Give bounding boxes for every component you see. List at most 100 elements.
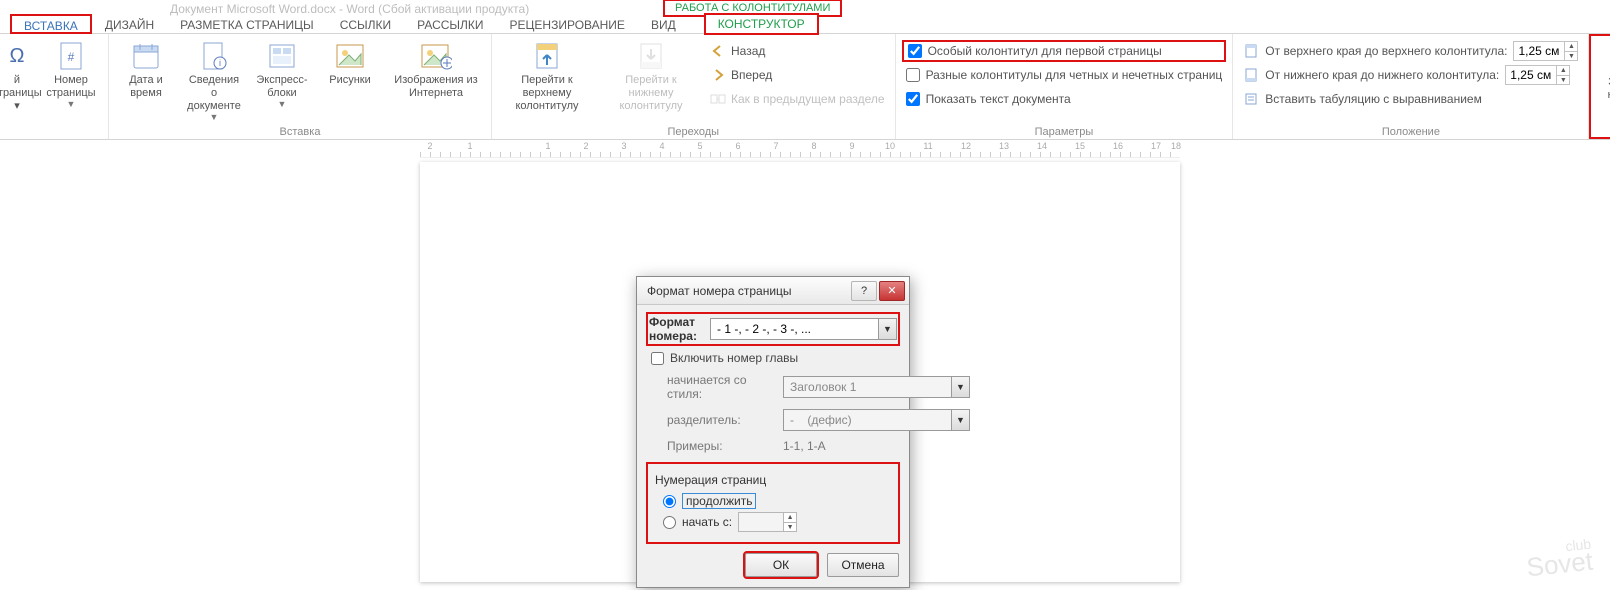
link-previous-button[interactable]: Как в предыдущем разделе <box>706 88 889 110</box>
omega-icon: Ω <box>1 40 33 72</box>
calendar-icon <box>130 40 162 72</box>
tab-references[interactable]: ССЫЛКИ <box>327 14 404 34</box>
tab-constructor[interactable]: КОНСТРУКТОР <box>705 14 818 34</box>
group-label-position: Положение <box>1239 125 1582 139</box>
group-label-nav: Переходы <box>498 125 889 139</box>
ruler-mark: 12 <box>961 141 971 151</box>
start-at-spin[interactable]: ▲▼ <box>738 512 797 532</box>
svg-text:#: # <box>68 50 75 64</box>
include-chapter-row[interactable]: Включить номер главы <box>651 351 897 365</box>
option-odd-even-checkbox[interactable] <box>906 68 920 82</box>
nav-forward-button[interactable]: Вперед <box>706 64 889 86</box>
ruler-mark: 11 <box>923 141 932 151</box>
starts-with-style-label: начинается со стиля: <box>667 373 777 401</box>
quick-parts-label: Экспресс-блоки <box>253 74 311 100</box>
ruler-mark: 14 <box>1037 141 1047 151</box>
number-format-combo[interactable]: ▼ <box>710 318 897 340</box>
dialog-title: Формат номера страницы <box>647 284 849 298</box>
picture-icon <box>334 40 366 72</box>
tab-mailings[interactable]: РАССЫЛКИ <box>404 14 496 34</box>
spin-up-icon[interactable]: ▲ <box>784 513 796 522</box>
forward-icon <box>710 67 726 83</box>
page-numbering-title: Нумерация страниц <box>655 473 891 487</box>
option-show-doc-label: Показать текст документа <box>926 92 1071 106</box>
option-show-doc[interactable]: Показать текст документа <box>902 88 1227 110</box>
tab-review[interactable]: РЕЦЕНЗИРОВАНИЕ <box>497 14 638 34</box>
doc-info-button[interactable]: i Сведения о документе ▼ <box>183 38 245 121</box>
insert-alignment-tab-button[interactable]: Вставить табуляцию с выравниванием <box>1239 88 1582 110</box>
dialog-close-button[interactable]: ✕ <box>879 281 905 301</box>
position-from-bottom-spin[interactable]: ▲▼ <box>1505 65 1570 85</box>
separator-input <box>784 410 951 430</box>
ruler-mark: 15 <box>1075 141 1085 151</box>
ruler-mark: 1 <box>545 141 550 151</box>
partial-button-left[interactable]: Ω й страницы ▾ <box>0 38 34 113</box>
chapter-options: начинается со стиля: ▼ разделитель: ▼ Пр… <box>667 373 970 461</box>
online-pictures-label: Изображения из Интернета <box>389 74 483 100</box>
ruler-mark: 13 <box>999 141 1009 151</box>
dropdown-icon: ▼ <box>67 100 76 108</box>
spin-down-icon[interactable]: ▼ <box>1557 75 1569 84</box>
dropdown-icon: ▼ <box>278 100 287 108</box>
tab-view[interactable]: ВИД <box>638 14 689 34</box>
date-time-label: Дата и время <box>117 74 175 100</box>
spin-down-icon[interactable]: ▼ <box>784 522 796 531</box>
date-time-button[interactable]: Дата и время <box>115 38 177 100</box>
separator-combo: ▼ <box>783 409 970 431</box>
ribbon: Ω й страницы ▾ # Номер страницы ▼ Дата и… <box>0 34 1610 140</box>
quick-parts-button[interactable]: Экспресс-блоки ▼ <box>251 38 313 108</box>
group-label-insert: Вставка <box>115 125 485 139</box>
spin-up-icon[interactable]: ▲ <box>1565 42 1577 51</box>
goto-footer-button[interactable]: Перейти к нижнему колонтитулу <box>602 38 700 113</box>
close-header-footer-button[interactable]: Закрыть окно колонтитулов <box>1597 40 1610 102</box>
cancel-button[interactable]: Отмена <box>827 553 899 577</box>
spin-up-icon[interactable]: ▲ <box>1557 66 1569 75</box>
ruler-mark: 16 <box>1113 141 1123 151</box>
tab-layout[interactable]: РАЗМЕТКА СТРАНИЦЫ <box>167 14 327 34</box>
nav-back-label: Назад <box>731 44 765 58</box>
pictures-button[interactable]: Рисунки <box>319 38 381 87</box>
include-chapter-checkbox[interactable] <box>651 352 664 365</box>
link-previous-label: Как в предыдущем разделе <box>731 92 885 106</box>
option-show-doc-checkbox[interactable] <box>906 92 920 106</box>
option-first-page[interactable]: Особый колонтитул для первой страницы <box>902 40 1227 62</box>
position-from-top-row: От верхнего края до верхнего колонтитула… <box>1239 40 1582 62</box>
continue-radio[interactable] <box>663 495 676 508</box>
online-pictures-button[interactable]: Изображения из Интернета <box>387 38 485 100</box>
spin-down-icon[interactable]: ▼ <box>1565 51 1577 60</box>
option-odd-even[interactable]: Разные колонтитулы для четных и нечетных… <box>902 64 1227 86</box>
start-at-radio[interactable] <box>663 516 676 529</box>
start-at-row[interactable]: начать с: ▲▼ <box>663 512 891 532</box>
horizontal-ruler[interactable]: 2 1 1 2 3 4 5 6 7 8 9 10 11 12 13 14 15 … <box>420 140 1180 158</box>
goto-header-button[interactable]: Перейти к верхнему колонтитулу <box>498 38 596 113</box>
link-previous-icon <box>710 91 726 107</box>
option-first-page-label: Особый колонтитул для первой страницы <box>928 44 1162 58</box>
option-first-page-checkbox[interactable] <box>908 44 922 58</box>
number-format-input[interactable] <box>711 319 878 339</box>
continue-numbering-row[interactable]: продолжить <box>663 493 891 509</box>
dialog-help-button[interactable]: ? <box>851 281 877 301</box>
start-at-input[interactable] <box>739 513 783 531</box>
group-label-hf <box>0 137 102 139</box>
position-from-bottom-input[interactable] <box>1506 66 1556 84</box>
ruler-mark: 8 <box>811 141 816 151</box>
ruler-mark: 10 <box>885 141 895 151</box>
alignment-tab-icon <box>1243 91 1259 107</box>
dialog-titlebar[interactable]: Формат номера страницы ? ✕ <box>637 277 909 305</box>
position-from-top-spin[interactable]: ▲▼ <box>1513 41 1578 61</box>
goto-header-icon <box>531 40 563 72</box>
dropdown-icon[interactable]: ▼ <box>878 319 896 339</box>
close-header-footer-label: Закрыть окно колонтитулов <box>1599 76 1610 102</box>
nav-forward-label: Вперед <box>731 68 772 82</box>
from-top-icon <box>1243 43 1259 59</box>
group-label-options: Параметры <box>902 125 1227 139</box>
ok-button[interactable]: ОК <box>745 553 817 577</box>
document-info-icon: i <box>198 40 230 72</box>
nav-back-button[interactable]: Назад <box>706 40 889 62</box>
tab-design[interactable]: ДИЗАЙН <box>92 14 167 34</box>
tab-insert[interactable]: ВСТАВКА <box>10 14 92 34</box>
number-format-label: Формат номера: <box>649 315 704 343</box>
position-from-top-input[interactable] <box>1514 42 1564 60</box>
dropdown-icon: ▼ <box>210 113 219 121</box>
page-number-button[interactable]: # Номер страницы ▼ <box>40 38 102 108</box>
